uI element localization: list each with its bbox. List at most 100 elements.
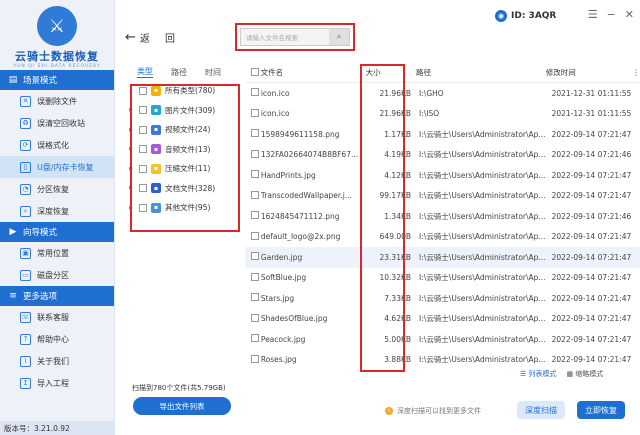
sidebar-item-label: 关于我们 xyxy=(37,356,69,366)
section-label: 场景模式 xyxy=(23,76,58,86)
cell-filename: 1598949611158.png xyxy=(260,129,340,139)
app-subname: YUN QI SHI DATA RECOVERY xyxy=(13,64,101,69)
row-checkbox[interactable] xyxy=(245,293,261,303)
table-row[interactable]: Stars.jpg 7.33KB I:\云骑士\Users\Administrato… xyxy=(245,288,640,309)
back-arrow-icon: ← xyxy=(125,30,136,45)
menu-icon: ≡ xyxy=(9,291,17,301)
minimize-icon[interactable]: − xyxy=(607,8,616,21)
cell-path: I:\云骑士\Users\Administrator\Ap... xyxy=(419,211,546,221)
section-scene-mode[interactable]: ▤ 场景模式 xyxy=(0,70,114,90)
column-settings-icon[interactable]: ⋮ xyxy=(632,68,640,77)
cell-path: I:\云骑士\Users\Administrator\Ap... xyxy=(419,355,546,365)
row-checkbox[interactable] xyxy=(245,354,261,365)
table-row[interactable]: icon.ico 21.96KB I:\ISO 2021-12-31 01:11:55 xyxy=(245,104,640,125)
cell-path: I:\云骑士\Users\Administrator\Ap... xyxy=(419,129,546,139)
cell-filename: default_logo@2x.png xyxy=(260,232,341,242)
warning-icon: ! xyxy=(385,407,393,415)
section-wizard-mode[interactable]: ▶ 向导模式 xyxy=(0,222,114,242)
select-all-checkbox[interactable] xyxy=(245,67,261,78)
row-checkbox[interactable] xyxy=(245,334,261,344)
table-row[interactable]: HandPrints.jpg 4.12KB I:\云骑士\Users\Adminis… xyxy=(245,165,640,186)
sidebar-item-label: 联系客服 xyxy=(37,312,69,322)
table-row[interactable]: 132FA02664074B8BF67... 4.19KB I:\云骑士\Users… xyxy=(245,145,640,166)
table-body: icon.ico 21.96KB I:\GHO 2021-12-31 01:11:55… xyxy=(245,83,640,368)
grid-view-button[interactable]: ▦ 缩略模式 xyxy=(567,369,604,379)
sidebar-item-usb-card[interactable]: ▯ U盘/内存卡恢复 xyxy=(0,156,114,178)
logo-icon: ⚔ xyxy=(37,6,77,46)
user-avatar-icon: ◉ xyxy=(495,10,507,22)
back-label-2[interactable]: 回 xyxy=(165,30,175,45)
section-label: 向导模式 xyxy=(23,228,58,238)
menu-icon[interactable]: ☰ xyxy=(588,8,598,21)
table-row[interactable]: SoftBlue.jpg 10.32KB I:\云骑士\Users\Administ… xyxy=(245,268,640,289)
wizard-mode-icon: ▶ xyxy=(9,227,17,237)
scrollbar[interactable] xyxy=(627,74,632,354)
sidebar-item-label: 误格式化 xyxy=(37,140,69,150)
close-icon[interactable]: ✕ xyxy=(625,8,634,21)
import-icon: ↥ xyxy=(20,377,31,389)
headset-icon: ☏ xyxy=(20,311,31,323)
scan-stats: 扫描到780个文件(共5.79GB) xyxy=(132,384,226,392)
view-mode: ☰ 列表模式 ▦ 缩略模式 xyxy=(520,369,603,379)
table-row[interactable]: icon.ico 21.96KB I:\GHO 2021-12-31 01:11:55 xyxy=(245,83,640,104)
row-checkbox[interactable] xyxy=(245,313,261,324)
row-checkbox[interactable] xyxy=(245,252,261,262)
table-row[interactable]: 1624845471112.png 1.34KB I:\云骑士\Users\Admi… xyxy=(245,206,640,227)
sidebar-item-disk-partition[interactable]: ▭ 磁盘分区 xyxy=(0,264,114,286)
deep-recovery-icon: ⌕ xyxy=(20,205,31,217)
list-view-label: 列表模式 xyxy=(528,370,557,378)
row-checkbox[interactable] xyxy=(245,108,261,119)
sidebar-item-label: U盘/内存卡恢复 xyxy=(37,162,94,172)
table-row[interactable]: 1598949611158.png 1.17KB I:\云骑士\Users\Admi… xyxy=(245,124,640,145)
table-row[interactable]: Garden.jpg 23.31KB I:\云骑士\Users\Administra… xyxy=(245,247,640,268)
sidebar-item-import[interactable]: ↥ 导入工程 xyxy=(0,372,114,394)
list-view-button[interactable]: ☰ 列表模式 xyxy=(520,369,557,379)
deep-scan-button[interactable]: 深度扫描 xyxy=(517,401,565,419)
recover-now-button[interactable]: 立即恢复 xyxy=(577,401,625,419)
cell-path: I:\云骑士\Users\Administrator\Ap... xyxy=(419,232,546,242)
tab-time[interactable]: 时间 xyxy=(205,67,221,78)
row-checkbox[interactable] xyxy=(245,231,261,242)
sidebar-item-label: 误清空回收站 xyxy=(37,118,85,128)
category-tabs: 类型 路径 时间 xyxy=(125,63,240,81)
cell-filename: TranscodedWallpaper.j... xyxy=(260,191,352,201)
cell-path: I:\云骑士\Users\Administrator\Ap... xyxy=(419,150,546,160)
back-label: 返 xyxy=(139,34,150,45)
row-checkbox[interactable] xyxy=(245,190,261,201)
highlight-tree xyxy=(130,84,240,232)
sidebar-item-contact[interactable]: ☏ 联系客服 xyxy=(0,306,114,328)
table-row[interactable]: TranscodedWallpaper.j... 99.17KB I:\云骑士\Us… xyxy=(245,186,640,207)
tab-path[interactable]: 路径 xyxy=(171,67,187,78)
export-list-button[interactable]: 导出文件列表 xyxy=(133,397,231,415)
cell-path: I:\GHO xyxy=(419,88,444,98)
section-more-options[interactable]: ≡ 更多选项 xyxy=(0,286,114,306)
sidebar-item-common-locations[interactable]: ▣ 常用位置 xyxy=(0,242,114,264)
row-checkbox[interactable] xyxy=(245,170,261,180)
table-row[interactable]: default_logo@2x.png 649.00B I:\云骑士\Users\A… xyxy=(245,227,640,248)
sidebar: ⚔ 云骑士数据恢复 YUN QI SHI DATA RECOVERY ▤ 场景模… xyxy=(0,0,115,435)
app-name: 云骑士数据恢复 xyxy=(15,50,99,63)
row-checkbox[interactable] xyxy=(245,129,261,139)
disk-icon: ▭ xyxy=(20,269,31,281)
back-button[interactable]: ← 返 xyxy=(125,30,150,45)
col-filename[interactable]: 文件名 xyxy=(261,67,360,78)
tab-type[interactable]: 类型 xyxy=(137,66,153,78)
row-checkbox[interactable] xyxy=(245,149,261,160)
table-row[interactable]: Peacock.jpg 5.00KB I:\云骑士\Users\Administra… xyxy=(245,329,640,350)
row-checkbox[interactable] xyxy=(245,272,261,283)
sidebar-item-help[interactable]: ? 帮助中心 xyxy=(0,328,114,350)
sidebar-item-recycle-bin[interactable]: ♻ 误清空回收站 xyxy=(0,112,114,134)
row-checkbox[interactable] xyxy=(245,88,261,98)
table-row[interactable]: Roses.jpg 3.88KB I:\云骑士\Users\Administrato… xyxy=(245,350,640,369)
col-path[interactable]: 路径 xyxy=(416,67,546,78)
sidebar-item-about[interactable]: i 关于我们 xyxy=(0,350,114,372)
sidebar-item-format[interactable]: ⟳ 误格式化 xyxy=(0,134,114,156)
sidebar-item-deleted-files[interactable]: ✕ 误删除文件 xyxy=(0,90,114,112)
highlight-search xyxy=(235,23,355,51)
sidebar-item-deep[interactable]: ⌕ 深度恢复 xyxy=(0,200,114,222)
sidebar-item-partition[interactable]: ◔ 分区恢复 xyxy=(0,178,114,200)
cell-filename: icon.ico xyxy=(260,109,290,119)
table-row[interactable]: ShadesOfBlue.jpg 4.62KB I:\云骑士\Users\Admin… xyxy=(245,309,640,330)
row-checkbox[interactable] xyxy=(245,211,261,221)
col-mtime[interactable]: 修改时间 xyxy=(546,67,633,78)
